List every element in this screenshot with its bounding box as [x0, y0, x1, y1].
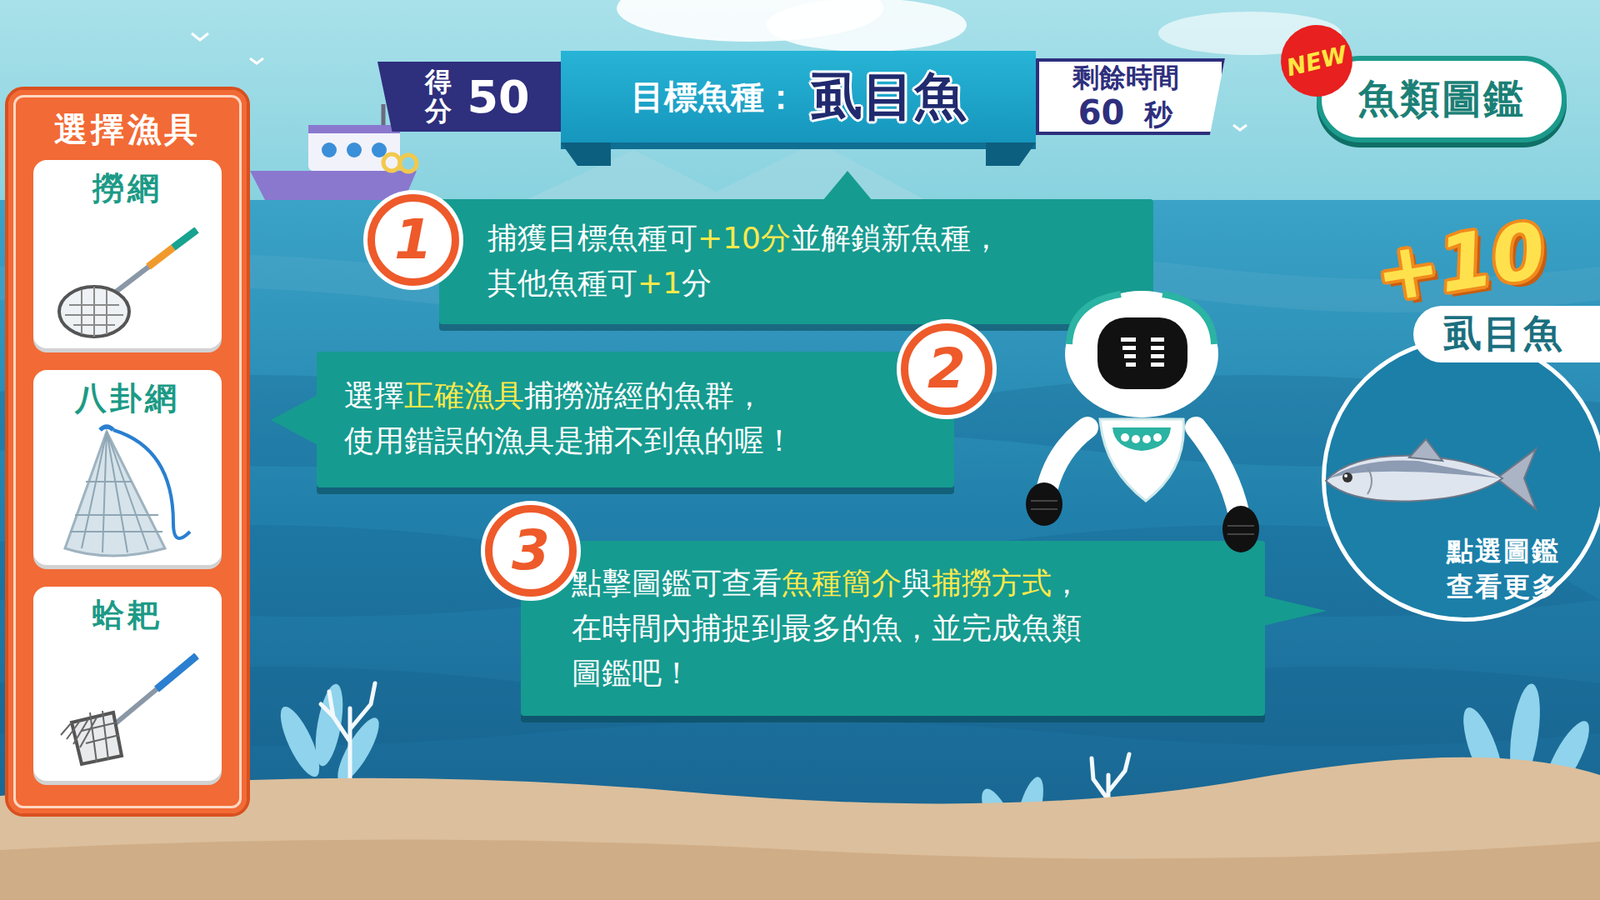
reward-fish-name: 虱目魚 [1443, 308, 1564, 360]
tip-line: 選擇正確漁具捕撈游經的魚群， [344, 373, 905, 419]
tip-text: 與 [901, 565, 932, 600]
gear-icon-box [48, 639, 207, 781]
robot-guide-icon [1020, 285, 1263, 561]
time-label: 剩餘時間 [1072, 61, 1180, 94]
tip-text: +10分 [697, 220, 791, 255]
tip-bubble: 捕獲目標魚種可+10分並解鎖新魚種，其他魚種可+1分1 [439, 199, 1154, 325]
tip-text: 正確漁具 [404, 378, 525, 413]
score-value: 50 [466, 70, 530, 124]
gear-card[interactable]: 撈網 [33, 160, 222, 349]
gear-icon-box [48, 423, 207, 565]
tip-text: 圖鑑吧！ [571, 655, 692, 690]
tip-text: 使用錯誤的漁具是捕不到魚的喔！ [344, 423, 795, 458]
target-fish: 虱目魚 [810, 61, 966, 132]
scoop-net-icon [48, 213, 207, 347]
step-number-text: 3 [511, 523, 550, 579]
step-number: 2 [900, 323, 993, 415]
tip-text: 在時間內捕捉到最多的魚，並完成魚類 [571, 610, 1082, 645]
time-box: 剩餘時間60 秒 [1035, 58, 1225, 135]
gear-label: 八卦網 [75, 380, 180, 419]
tip-text: ， [1051, 565, 1082, 600]
gear-label: 蛤耙 [92, 596, 163, 635]
target-label: 目標魚種： [630, 74, 798, 120]
tip-text: 其他魚種可 [487, 265, 638, 300]
reward-hint: 點選圖鑑查看更多 [1446, 533, 1560, 605]
target-box: 目標魚種： 虱目魚 [560, 50, 1036, 143]
milkfish-icon [1317, 432, 1543, 525]
score-label: 得分 [425, 67, 452, 126]
step-number-text: 1 [394, 212, 433, 268]
hint-line: 點選圖鑑 [1446, 533, 1560, 570]
tip-line: 點擊圖鑑可查看魚種簡介與捕撈方式， [571, 560, 1232, 606]
score-box: 得分 50 [377, 61, 561, 132]
tip-text: +1 [637, 265, 682, 300]
bubble-tail [270, 395, 318, 445]
tip-text: 並解鎖新魚種， [790, 220, 1001, 255]
tip-bubble: 點擊圖鑑可查看魚種簡介與捕撈方式，在時間內捕捉到最多的魚，並完成魚類圖鑑吧！3 [520, 540, 1265, 716]
game-stage: 選擇漁具撈網八卦網蛤耙 得分 50 目標魚種： 虱目魚 剩餘時間60 秒 魚類圖鑑NEW 捕獲目… [0, 0, 1600, 900]
tip-text: 點擊圖鑑可查看 [571, 565, 782, 600]
cast-net-icon [48, 423, 207, 565]
tip-line: 圖鑑吧！ [571, 650, 1232, 696]
hint-line: 查看更多 [1446, 569, 1560, 605]
time-value: 60 [1078, 93, 1125, 132]
tip-text: 捕撈方式 [931, 565, 1052, 600]
step-number: 1 [367, 194, 460, 286]
gear-icon-box [48, 213, 207, 347]
robot-guide [1020, 285, 1263, 565]
clam-rake-icon [48, 639, 207, 781]
gear-card[interactable]: 八卦網 [33, 370, 222, 565]
tip-line: 其他魚種可+1分 [487, 260, 1129, 306]
bubble-tail [1263, 595, 1327, 626]
tip-line: 使用錯誤的漁具是捕不到魚的喔！ [344, 418, 905, 464]
reward-fish-tag: 虱目魚 [1413, 305, 1600, 363]
tip-text: 魚種簡介 [781, 565, 902, 600]
tip-bubble: 選擇正確漁具捕撈游經的魚群，使用錯誤的漁具是捕不到魚的喔！2 [316, 351, 955, 488]
bubble-tail [822, 170, 873, 201]
gear-label: 撈網 [92, 170, 163, 209]
tip-line: 捕獲目標魚種可+10分並解鎖新魚種， [487, 215, 1129, 261]
time-row: 60 秒 [1078, 93, 1174, 132]
gear-panel-title: 選擇漁具 [54, 98, 201, 160]
ribbon-icon [560, 142, 1036, 166]
fish-guide-button[interactable]: 魚類圖鑑 [1316, 55, 1567, 143]
tip-text: 分 [681, 265, 712, 300]
gear-panel: 選擇漁具撈網八卦網蛤耙 [5, 86, 250, 817]
hud-bar: 得分 50 目標魚種： 虱目魚 剩餘時間60 秒 [377, 50, 1225, 143]
gear-list: 撈網八卦網蛤耙 [33, 160, 222, 781]
step-number-text: 2 [927, 341, 966, 397]
time-unit: 秒 [1144, 98, 1173, 131]
reward-fish [1317, 432, 1543, 528]
tip-text: 選擇 [344, 378, 405, 413]
tip-line: 在時間內捕捉到最多的魚，並完成魚類 [571, 605, 1232, 651]
step-number: 3 [485, 505, 577, 597]
badge-text: NEW [1283, 40, 1350, 82]
guide-label: 魚類圖鑑 [1358, 72, 1525, 126]
ribbon-fold [560, 142, 1036, 166]
gear-card[interactable]: 蛤耙 [33, 586, 222, 782]
tip-text: 捕獲目標魚種可 [487, 220, 698, 255]
tip-text: 捕撈游經的魚群， [524, 378, 765, 413]
